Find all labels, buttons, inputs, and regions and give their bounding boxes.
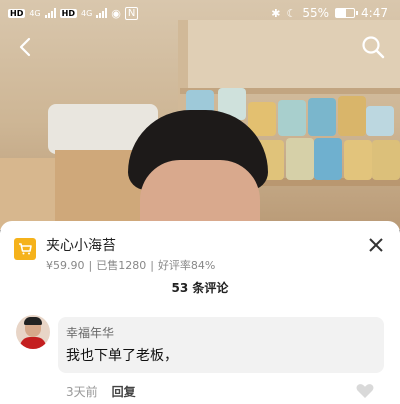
video-background[interactable] xyxy=(0,0,400,230)
heart-icon[interactable] xyxy=(356,383,374,399)
status-left: HD 4G HD 4G ◉ N xyxy=(8,6,139,20)
cardboard-box xyxy=(0,158,58,230)
close-icon[interactable] xyxy=(368,237,384,253)
presenter-face xyxy=(140,160,260,230)
comment-bubble[interactable]: 幸福年华 我也下单了老板， xyxy=(58,317,384,373)
eye-icon: ◉ xyxy=(111,6,121,20)
comment-username[interactable]: 幸福年华 xyxy=(66,324,376,341)
moon-icon: ☾ xyxy=(286,6,297,20)
reply-button[interactable]: 回复 xyxy=(112,383,136,400)
avatar[interactable] xyxy=(16,315,50,349)
bluetooth-icon: ✱ xyxy=(271,6,281,20)
comment-count: 53 条评论 xyxy=(171,281,229,295)
product-rating: 好评率84% xyxy=(157,259,216,272)
comment-time: 3天前 xyxy=(66,385,98,399)
status-bar: HD 4G HD 4G ◉ N ✱ ☾ 55% 4:47 xyxy=(0,0,400,26)
product-info: 夹心小海苔 ¥59.90 | 已售1280 | 好评率84% xyxy=(46,235,215,273)
product-card[interactable]: 夹心小海苔 ¥59.90 | 已售1280 | 好评率84% xyxy=(14,235,215,273)
signal-icon xyxy=(96,8,108,18)
signal-icon xyxy=(44,8,56,18)
hd-badge: HD xyxy=(59,8,77,18)
search-icon[interactable] xyxy=(360,34,386,60)
battery-icon xyxy=(335,8,359,18)
hd-badge: HD xyxy=(8,8,26,18)
product-name: 夹心小海苔 xyxy=(46,238,116,254)
comment-actions: 3天前 回复 xyxy=(66,383,136,400)
battery-percent: 55% xyxy=(302,6,330,20)
nfc-icon: N xyxy=(124,6,139,20)
back-arrow-icon[interactable] xyxy=(12,34,38,60)
product-price: ¥59.90 xyxy=(46,259,85,272)
network-type: 4G xyxy=(29,8,41,18)
clock: 4:47 xyxy=(361,6,388,20)
status-right: ✱ ☾ 55% 4:47 xyxy=(271,6,388,20)
network-type: 4G xyxy=(80,8,93,18)
product-sold: 已售1280 xyxy=(96,259,147,272)
comments-sheet: 夹心小海苔 ¥59.90 | 已售1280 | 好评率84% 53 条评论 幸福年华 我… xyxy=(0,221,400,404)
product-meta: ¥59.90 | 已售1280 | 好评率84% xyxy=(46,259,216,272)
cart-icon xyxy=(14,238,36,260)
comment-text: 我也下单了老板， xyxy=(66,348,178,364)
